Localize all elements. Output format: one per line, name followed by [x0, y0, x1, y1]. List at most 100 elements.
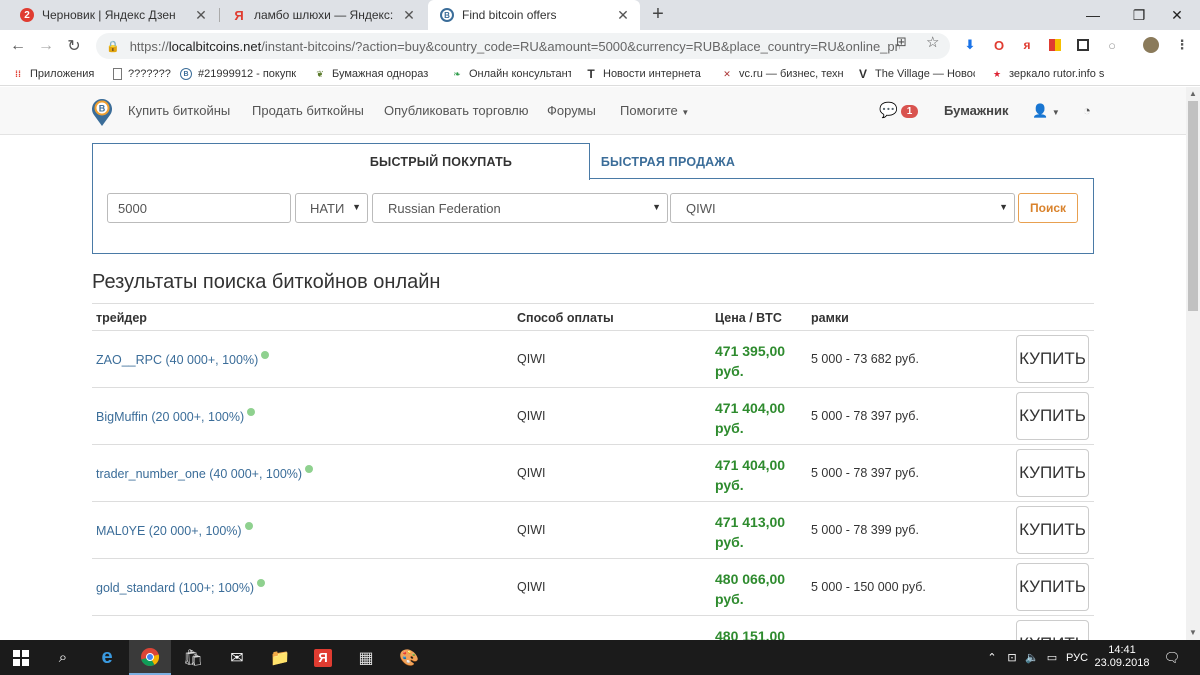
village-icon: V: [858, 67, 867, 81]
tab-yandex[interactable]: Я ламбо шлюхи — Яндекс: нашлось ✕: [220, 0, 426, 30]
trader-link[interactable]: MAL0YE (20 000+, 100%): [96, 522, 253, 538]
bookmark-label: зеркало rutor.info s: [1009, 68, 1105, 80]
nav-sell-bitcoins[interactable]: Продать биткойны: [252, 103, 364, 118]
mail-icon[interactable]: ✉: [216, 640, 258, 675]
messages-button[interactable]: 💬 1: [879, 101, 919, 119]
svg-text:B: B: [99, 104, 106, 114]
close-window-button[interactable]: ✕: [1154, 0, 1200, 30]
tab-strip: 2 Черновик | Яндекс Дзен ✕ Я ламбо шлюхи…: [0, 0, 1200, 30]
translate-icon[interactable]: ⊞: [896, 34, 907, 50]
table-row: MAL0YE (20 000+, 100%) QIWI 471 413,00 руб.…: [92, 502, 1094, 559]
close-icon[interactable]: ✕: [616, 7, 630, 24]
url-scheme: https://: [129, 38, 169, 54]
scroll-down-icon[interactable]: ▼: [1186, 626, 1200, 640]
edge-icon[interactable]: e: [86, 640, 128, 675]
country-value: Russian Federation: [388, 200, 501, 216]
dashboard-icon[interactable]: ◔: [1083, 103, 1091, 118]
header-price: Цена / BTC: [715, 311, 782, 325]
page-scrollbar[interactable]: ▲ ▼: [1186, 87, 1200, 640]
yandex-browser-icon[interactable]: Я: [302, 640, 344, 675]
yandex-extension-icon[interactable]: я: [1019, 37, 1035, 53]
opera-extension-icon[interactable]: O: [991, 37, 1007, 53]
bookmark-item[interactable]: ✕ vc.ru — бизнес, техн: [721, 66, 845, 82]
search-icon[interactable]: ⌕: [42, 640, 84, 675]
search-button[interactable]: Поиск: [1018, 193, 1078, 223]
flag-extension-icon[interactable]: [1047, 37, 1063, 53]
store-icon[interactable]: 🛍: [172, 640, 214, 675]
localbitcoins-logo-icon[interactable]: B: [90, 97, 114, 127]
currency-select[interactable]: НАТИ ▼: [295, 193, 368, 223]
bookmark-item[interactable]: ❦ Бумажная однораз: [314, 66, 434, 82]
bookmark-star-icon[interactable]: ☆: [926, 33, 939, 51]
messages-badge: 1: [900, 105, 919, 118]
trader-link[interactable]: gold_standard (100+; 100%): [96, 579, 266, 595]
tab-title: Find bitcoin offers: [462, 8, 557, 22]
country-select[interactable]: Russian Federation ▼: [372, 193, 668, 223]
buy-button[interactable]: КУПИТЬ: [1016, 563, 1089, 611]
nav-post-trade[interactable]: Опубликовать торговлю: [384, 103, 529, 118]
bookmark-item[interactable]: ★ зеркало rutor.info s: [991, 66, 1111, 82]
close-icon[interactable]: ✕: [402, 7, 416, 24]
language-indicator[interactable]: РУС: [1064, 640, 1090, 675]
address-bar[interactable]: 🔒 https://localbitcoins.net/instant-bitc…: [96, 33, 950, 59]
trader-link[interactable]: BigMuffin (20 000+, 100%): [96, 408, 256, 424]
reader-extension-icon[interactable]: [1075, 37, 1091, 53]
close-icon[interactable]: ✕: [194, 7, 208, 24]
bookmark-item[interactable]: V The Village — Новос: [857, 66, 975, 82]
reload-icon[interactable]: ↻: [62, 34, 86, 58]
buy-button[interactable]: КУПИТЬ: [1016, 392, 1089, 440]
trader-link[interactable]: ZAO__RPC (40 000+, 100%): [96, 351, 270, 367]
scrollbar-thumb[interactable]: [1188, 101, 1198, 311]
scroll-up-icon[interactable]: ▲: [1186, 87, 1200, 101]
tab-quick-sell[interactable]: БЫСТРАЯ ПРОДАЖА: [598, 143, 738, 180]
buy-button[interactable]: КУПИТЬ: [1016, 506, 1089, 554]
download-extension-icon[interactable]: ⬇: [962, 37, 978, 53]
new-tab-button[interactable]: +: [648, 2, 668, 26]
menu-icon[interactable]: ⋮: [1174, 37, 1190, 53]
user-icon: 👤: [1032, 103, 1049, 118]
bookmark-apps[interactable]: ⁞⁞ Приложения: [12, 66, 94, 82]
chrome-icon[interactable]: [129, 640, 171, 675]
minimize-button[interactable]: —: [1070, 0, 1116, 30]
online-status-icon: [247, 408, 256, 416]
bookmark-item[interactable]: T Новости интернета: [585, 66, 703, 82]
nav-forums[interactable]: Форумы: [547, 103, 596, 118]
bookmark-label: ???????: [128, 68, 171, 80]
bookmark-item[interactable]: ???????: [113, 66, 171, 82]
online-status-icon: [305, 465, 314, 473]
battery-icon[interactable]: ▭: [1044, 640, 1060, 675]
notifications-icon[interactable]: 🗨: [1160, 640, 1184, 675]
buy-button[interactable]: КУПИТЬ: [1016, 449, 1089, 497]
windows-start-icon[interactable]: [0, 640, 42, 675]
bookmark-label: Новости интернета: [603, 68, 701, 80]
amount-input[interactable]: 5000: [107, 193, 291, 223]
avatar[interactable]: [1143, 37, 1159, 53]
system-clock[interactable]: 14:41 23.09.2018: [1092, 644, 1152, 670]
bookmark-item[interactable]: B #21999912 - покупк: [180, 66, 298, 82]
tab-quick-buy[interactable]: БЫСТРЫЙ ПОКУПАТЬ: [92, 143, 590, 180]
header-payment-method: Способ оплаты: [517, 311, 614, 325]
forward-icon[interactable]: →: [34, 34, 58, 58]
bookmark-item[interactable]: ❧ Онлайн консультант: [451, 66, 571, 82]
paint-icon[interactable]: 🎨: [388, 640, 430, 675]
tab-zen[interactable]: 2 Черновик | Яндекс Дзен ✕: [8, 0, 218, 30]
buy-button[interactable]: КУПИТЬ: [1016, 335, 1089, 383]
nav-buy-bitcoins[interactable]: Купить биткойны: [128, 103, 230, 118]
buy-button[interactable]: КУПИТЬ: [1016, 620, 1089, 640]
table-row: 480 151,00 КУПИТЬ: [92, 616, 1094, 640]
volume-icon[interactable]: 🔈: [1024, 640, 1040, 675]
user-menu[interactable]: 👤 ▼: [1032, 103, 1060, 119]
back-icon[interactable]: ←: [6, 34, 30, 58]
circle-extension-icon[interactable]: ○: [1104, 37, 1120, 53]
tray-expand-icon[interactable]: ⌃: [984, 640, 1000, 675]
tab-find-bitcoin-offers[interactable]: B Find bitcoin offers ✕: [428, 0, 640, 30]
network-icon[interactable]: ⊡: [1004, 640, 1020, 675]
nav-wallet[interactable]: Бумажник: [944, 103, 1008, 118]
payment-method-select[interactable]: QIWI ▼: [670, 193, 1015, 223]
calculator-icon[interactable]: ▦: [345, 640, 387, 675]
url-text[interactable]: https://localbitcoins.net/instant-bitcoi…: [130, 39, 900, 54]
file-explorer-icon[interactable]: 📁: [259, 640, 301, 675]
trader-link[interactable]: trader_number_one (40 000+, 100%): [96, 465, 314, 481]
trader-name: BigMuffin (20 000+, 100%): [96, 410, 245, 424]
nav-help[interactable]: Помогите ▼: [620, 103, 689, 118]
